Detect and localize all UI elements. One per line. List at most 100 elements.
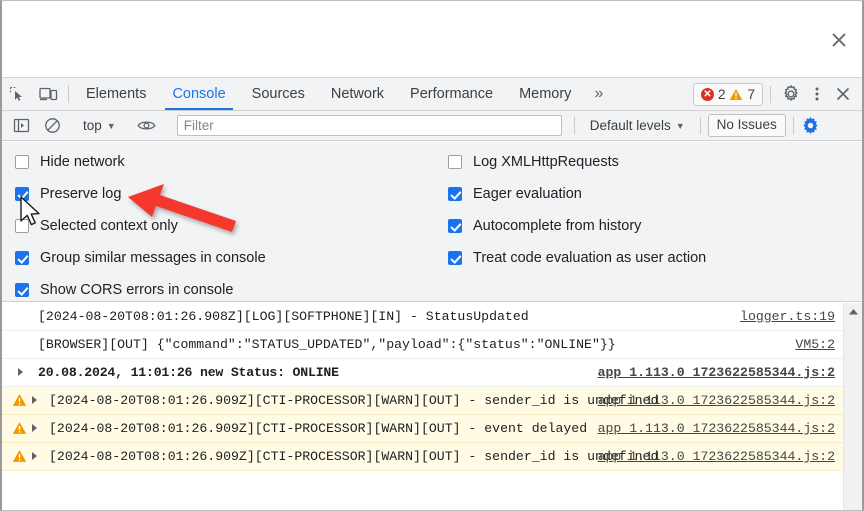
devtools-tabbar: Elements Console Sources Network Perform… xyxy=(2,78,862,111)
setting-eager-evaluation[interactable]: Eager evaluation xyxy=(448,178,706,210)
setting-treat-code-evaluation-as-user-action[interactable]: Treat code evaluation as user action xyxy=(448,242,706,274)
warning-icon xyxy=(730,88,743,100)
tabbar-divider xyxy=(68,85,69,103)
no-issues-label: No Issues xyxy=(716,117,777,132)
setting-autocomplete-from-history[interactable]: Autocomplete from history xyxy=(448,210,706,242)
setting-log-xmlhttprequests-label: Log XMLHttpRequests xyxy=(473,154,619,170)
tab-memory-label: Memory xyxy=(519,86,572,102)
tab-sources-label: Sources xyxy=(251,86,305,102)
kebab-menu-icon[interactable] xyxy=(804,81,830,107)
setting-group-similar-messages[interactable]: Group similar messages in console xyxy=(15,242,266,274)
live-expression-icon[interactable] xyxy=(131,118,162,133)
console-toolbar-divider-5 xyxy=(699,117,701,134)
error-icon: ✕ xyxy=(700,87,714,101)
checkbox-unchecked-icon[interactable] xyxy=(448,155,462,169)
tab-performance-label: Performance xyxy=(410,86,494,102)
console-log-message: [BROWSER][OUT] {"command":"STATUS_UPDATE… xyxy=(38,337,616,352)
clear-console-icon[interactable] xyxy=(37,117,68,134)
console-settings-gear-icon[interactable] xyxy=(801,116,820,135)
close-icon[interactable] xyxy=(824,25,854,55)
tab-performance[interactable]: Performance xyxy=(397,78,506,110)
console-toolbar: top ▼ Default levels ▼ No Issues xyxy=(2,111,862,141)
setting-show-cors-errors[interactable]: Show CORS errors in console xyxy=(15,274,266,306)
tab-elements[interactable]: Elements xyxy=(73,78,159,110)
tab-memory[interactable]: Memory xyxy=(506,78,584,110)
settings-right-column: Log XMLHttpRequests Eager evaluation Aut… xyxy=(448,146,706,274)
warning-icon xyxy=(12,422,27,434)
tabbar-right-group: ✕ 2 7 xyxy=(692,78,862,110)
console-log-source-link[interactable]: app_1.113.0_1723622585344.js:2 xyxy=(598,419,835,438)
chevron-down-icon: ▼ xyxy=(675,120,685,131)
devtools-window: Elements Console Sources Network Perform… xyxy=(0,0,864,511)
more-tabs-label: » xyxy=(594,85,603,102)
scroll-up-arrow-icon[interactable] xyxy=(844,303,862,320)
context-selector-label: top xyxy=(83,118,102,133)
setting-treat-code-evaluation-label: Treat code evaluation as user action xyxy=(473,250,707,266)
checkbox-unchecked-icon[interactable] xyxy=(15,219,29,233)
console-warning-row[interactable]: [2024-08-20T08:01:26.909Z][CTI-PROCESSOR… xyxy=(2,387,843,415)
context-selector[interactable]: top ▼ xyxy=(77,118,122,133)
console-toolbar-divider-4 xyxy=(573,117,575,134)
no-issues-button[interactable]: No Issues xyxy=(707,114,786,137)
console-log-row[interactable]: [BROWSER][OUT] {"command":"STATUS_UPDATE… xyxy=(2,331,843,359)
checkbox-unchecked-icon[interactable] xyxy=(15,155,29,169)
expand-arrow-icon[interactable] xyxy=(18,368,23,376)
checkbox-checked-icon[interactable] xyxy=(448,251,462,265)
filter-input[interactable] xyxy=(176,115,562,136)
setting-log-xmlhttprequests[interactable]: Log XMLHttpRequests xyxy=(448,146,706,178)
setting-hide-network-label: Hide network xyxy=(40,154,125,170)
log-levels-selector[interactable]: Default levels ▼ xyxy=(582,118,693,133)
tab-console-label: Console xyxy=(172,86,226,102)
settings-left-column: Hide network Preserve log Selected conte… xyxy=(15,146,266,306)
console-settings-panel: Hide network Preserve log Selected conte… xyxy=(2,142,862,302)
status-badge[interactable]: ✕ 2 7 xyxy=(692,82,763,106)
setting-autocomplete-from-history-label: Autocomplete from history xyxy=(473,218,642,234)
setting-selected-context-only-label: Selected context only xyxy=(40,218,178,234)
console-scrollbar[interactable] xyxy=(843,303,862,510)
warning-icon xyxy=(12,394,27,406)
setting-preserve-log[interactable]: Preserve log xyxy=(15,178,266,210)
console-warning-row[interactable]: [2024-08-20T08:01:26.909Z][CTI-PROCESSOR… xyxy=(2,415,843,443)
expand-arrow-icon[interactable] xyxy=(32,424,37,432)
checkbox-checked-icon[interactable] xyxy=(448,219,462,233)
chevron-down-icon: ▼ xyxy=(106,120,116,131)
expand-arrow-icon[interactable] xyxy=(32,452,37,460)
error-count: 2 xyxy=(717,86,726,102)
page-header-strip xyxy=(2,1,862,78)
sidebar-toggle-icon[interactable] xyxy=(6,117,37,134)
setting-group-similar-messages-label: Group similar messages in console xyxy=(40,250,266,266)
tab-console[interactable]: Console xyxy=(159,78,238,110)
console-log-row[interactable]: [2024-08-20T08:01:26.908Z][LOG][SOFTPHON… xyxy=(2,303,843,331)
setting-hide-network[interactable]: Hide network xyxy=(15,146,266,178)
console-log-area: [2024-08-20T08:01:26.908Z][LOG][SOFTPHON… xyxy=(2,303,862,510)
setting-eager-evaluation-label: Eager evaluation xyxy=(473,186,582,202)
checkbox-checked-icon[interactable] xyxy=(15,187,29,201)
console-toolbar-divider-6 xyxy=(792,117,794,134)
console-log-source-link[interactable]: VM5:2 xyxy=(795,335,835,354)
expand-arrow-icon[interactable] xyxy=(32,396,37,404)
console-log-source-link[interactable]: logger.ts:19 xyxy=(740,307,835,326)
gear-icon[interactable] xyxy=(778,81,804,107)
warning-icon xyxy=(12,450,27,462)
console-log-row[interactable]: 20.08.2024, 11:01:26 new Status: ONLINE … xyxy=(2,359,843,387)
device-toolbar-icon[interactable] xyxy=(33,78,64,110)
console-log-source-link[interactable]: app_1.113.0_1723622585344.js:2 xyxy=(598,447,835,466)
console-log-source-link[interactable]: app_1.113.0_1723622585344.js:2 xyxy=(598,363,835,382)
checkbox-checked-icon[interactable] xyxy=(448,187,462,201)
log-levels-label: Default levels xyxy=(589,118,671,133)
setting-preserve-log-label: Preserve log xyxy=(40,186,122,202)
warning-count: 7 xyxy=(747,86,755,102)
console-log-scroll: [2024-08-20T08:01:26.908Z][LOG][SOFTPHON… xyxy=(2,303,843,510)
console-log-message: [2024-08-20T08:01:26.908Z][LOG][SOFTPHON… xyxy=(38,309,529,324)
inspect-element-icon[interactable] xyxy=(2,78,33,110)
tab-network[interactable]: Network xyxy=(318,78,397,110)
close-devtools-icon[interactable] xyxy=(830,81,856,107)
tab-sources[interactable]: Sources xyxy=(239,78,318,110)
more-tabs-icon[interactable]: » xyxy=(584,78,612,110)
console-log-source-link[interactable]: app_1.113.0_1723622585344.js:2 xyxy=(598,391,835,410)
checkbox-checked-icon[interactable] xyxy=(15,251,29,265)
tabbar-right-divider xyxy=(770,85,771,103)
setting-selected-context-only[interactable]: Selected context only xyxy=(15,210,266,242)
console-warning-row[interactable]: [2024-08-20T08:01:26.909Z][CTI-PROCESSOR… xyxy=(2,443,843,471)
checkbox-checked-icon[interactable] xyxy=(15,283,29,297)
